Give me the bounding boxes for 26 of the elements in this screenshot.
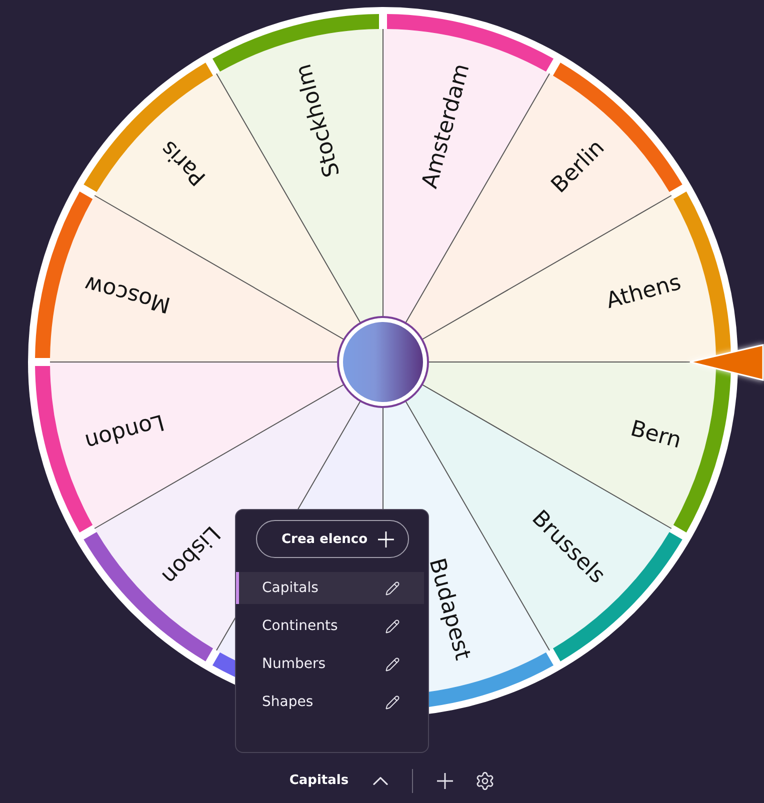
plus-icon xyxy=(378,530,394,548)
segment-label: Bern xyxy=(628,416,684,454)
pencil-icon xyxy=(385,618,400,634)
list-item[interactable]: Shapes xyxy=(236,686,424,718)
center-hub[interactable] xyxy=(337,316,429,408)
pencil-icon xyxy=(385,580,400,596)
settings-icon xyxy=(474,770,495,790)
list-item[interactable]: Continents xyxy=(236,610,424,642)
current-list-name: Capitals xyxy=(289,773,349,788)
segment-label: Moscow xyxy=(82,270,174,317)
plus-icon xyxy=(436,772,453,788)
edit-button[interactable] xyxy=(385,656,400,672)
chevron-up-icon xyxy=(372,776,388,784)
segment-label: London xyxy=(82,408,167,454)
edit-button[interactable] xyxy=(385,618,400,634)
pencil-icon xyxy=(385,694,400,710)
list-item[interactable]: Numbers xyxy=(236,648,424,680)
edit-button[interactable] xyxy=(385,580,400,596)
toggle-lists-button[interactable] xyxy=(372,776,388,784)
add-button[interactable] xyxy=(436,772,453,788)
edit-button[interactable] xyxy=(385,694,400,710)
settings-button[interactable] xyxy=(474,770,495,790)
pencil-icon xyxy=(385,656,400,672)
segment-label: Athens xyxy=(604,270,684,314)
list-item[interactable]: Capitals xyxy=(236,572,424,604)
create-list-button[interactable]: Crea elenco xyxy=(256,520,408,558)
